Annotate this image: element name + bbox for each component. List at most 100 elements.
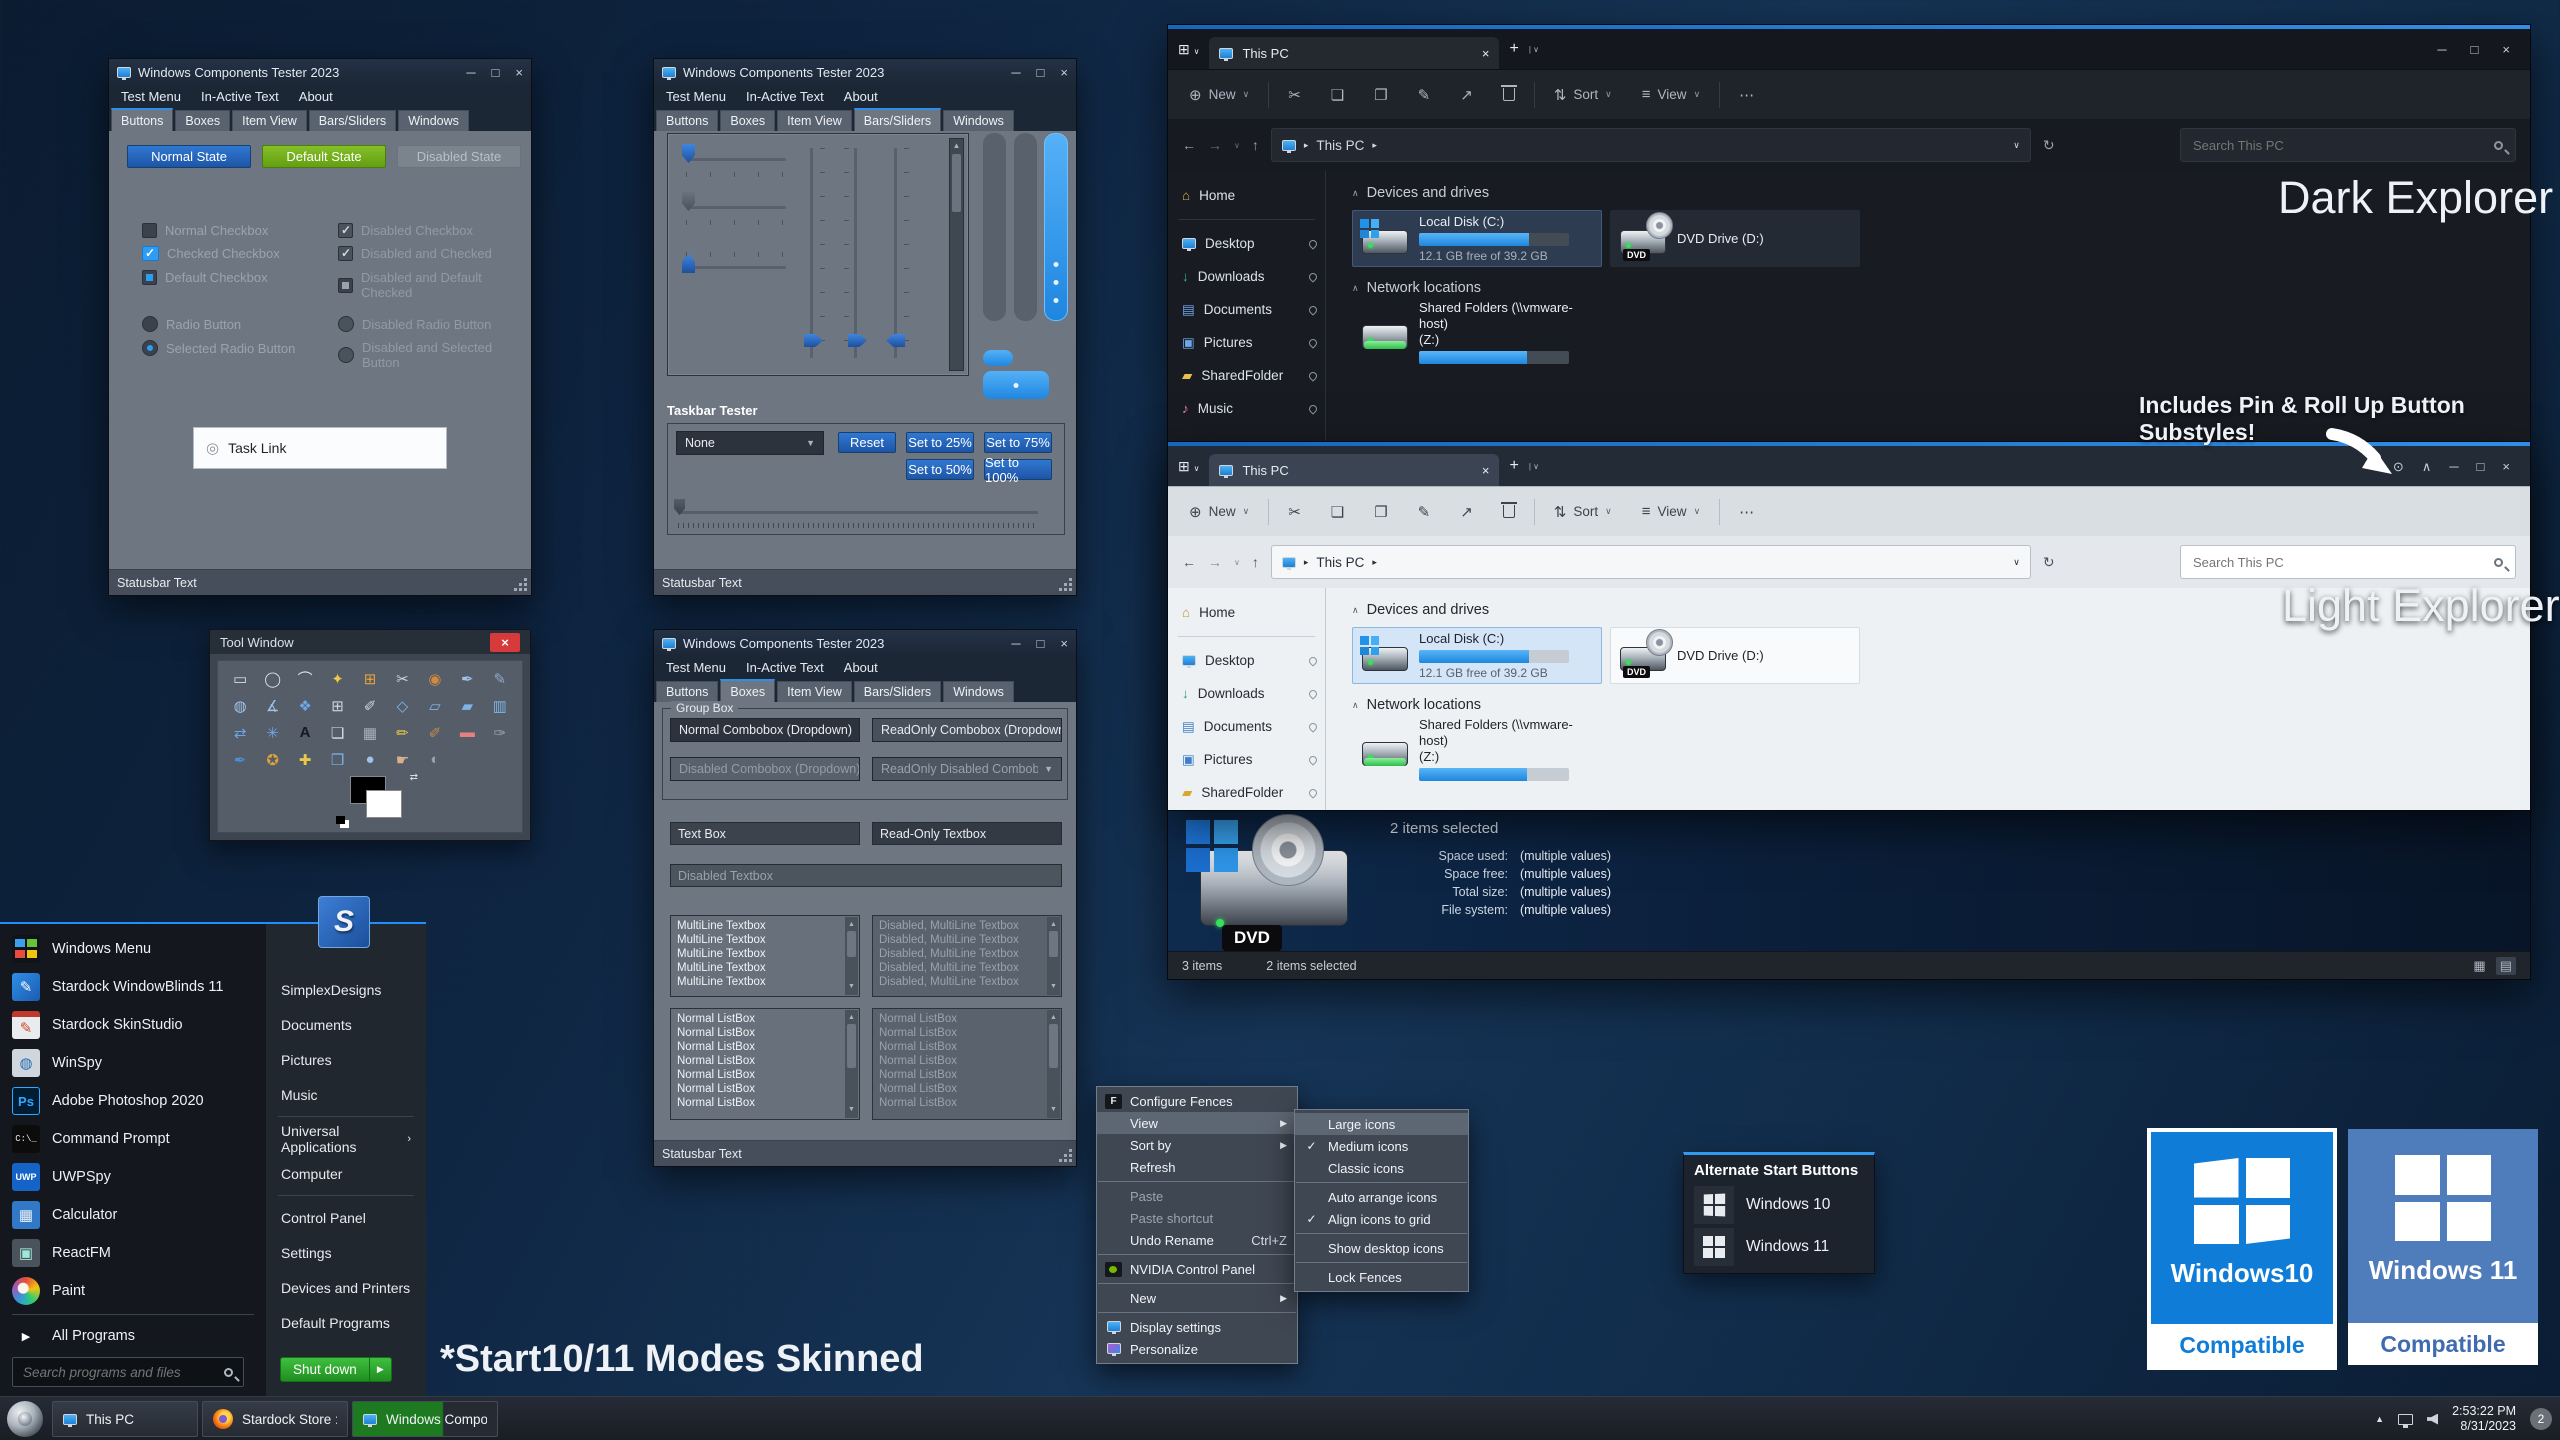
normal-listbox[interactable]: Normal ListBoxNormal ListBoxNormal ListB…	[670, 1008, 860, 1120]
scale-tool-icon[interactable]: ▱	[419, 692, 451, 719]
normal-checkbox[interactable]: Normal Checkbox	[142, 223, 268, 238]
menu-test-menu[interactable]: Test Menu	[666, 660, 726, 675]
search-input[interactable]	[2193, 138, 2494, 153]
eraser-tool-icon[interactable]: ▬	[451, 719, 483, 746]
titlebar[interactable]: Windows Components Tester 2023 ─□×	[109, 59, 531, 85]
start-search-box[interactable]	[12, 1357, 244, 1387]
shutdown-button[interactable]: Shut down	[280, 1357, 370, 1382]
menu-item-display-settings[interactable]: Display settings	[1097, 1316, 1297, 1338]
all-programs[interactable]: ▶ All Programs	[0, 1319, 266, 1353]
start-item-reactfm[interactable]: ▣ ReactFM	[0, 1234, 266, 1272]
set-50-button[interactable]: Set to 50%	[906, 459, 974, 480]
submenu-item-show-desktop-icons[interactable]: Show desktop icons	[1295, 1237, 1468, 1259]
forward-icon[interactable]: →	[1208, 554, 1222, 570]
menu-about[interactable]: About	[299, 89, 333, 104]
new-tab-button[interactable]: +	[1509, 40, 1518, 58]
menu-item-nvidia-control-panel[interactable]: NVIDIA Control Panel	[1097, 1258, 1297, 1280]
tool-window-titlebar[interactable]: Tool Window ×	[210, 630, 530, 654]
tab-layout-icon[interactable]: ⊞ ∨	[1178, 458, 1199, 475]
sidebar-item-home[interactable]: ⌂Home	[1168, 179, 1325, 212]
menu-item-new[interactable]: New▶	[1097, 1287, 1297, 1309]
rect-select-tool-icon[interactable]: ▭	[224, 665, 256, 692]
foreground-select-tool-icon[interactable]: ◉	[419, 665, 451, 692]
copy-icon[interactable]: ❏	[1316, 86, 1359, 104]
taskbar-tester-dropdown[interactable]: None▼	[676, 431, 824, 455]
paste-icon[interactable]: ❐	[1359, 503, 1402, 521]
tab-list-icon[interactable]: | ∨	[1529, 45, 1539, 54]
minimize-button[interactable]: ─	[466, 66, 475, 79]
perspective-tool-icon[interactable]: ▥	[484, 692, 516, 719]
sidebar-item-downloads[interactable]: ↓Downloads	[1168, 677, 1325, 710]
scrollbar[interactable]	[845, 917, 858, 995]
history-icon[interactable]: ∨	[1234, 558, 1240, 567]
sort-button[interactable]: ⇅Sort∨	[1539, 503, 1627, 521]
sidebar-item-desktop[interactable]: Desktop	[1168, 644, 1325, 677]
start-item-simplexdesigns[interactable]: SimplexDesigns	[266, 972, 426, 1007]
tab-bars-sliders[interactable]: Bars/Sliders	[854, 108, 941, 131]
readonly-combobox[interactable]: ReadOnly Combobox (Dropdown)▼	[872, 718, 1062, 742]
start-item-pictures[interactable]: Pictures	[266, 1042, 426, 1077]
minimize-button[interactable]: ─	[2449, 460, 2458, 473]
cut-icon[interactable]: ✂	[1273, 86, 1316, 104]
section-network-locations[interactable]: ∧Network locations	[1352, 280, 2530, 296]
menu-about[interactable]: About	[844, 660, 878, 675]
heal-tool-icon[interactable]: ✚	[289, 746, 321, 773]
start-item-documents[interactable]: Documents	[266, 1007, 426, 1042]
tab-item-view[interactable]: Item View	[777, 110, 852, 131]
tab-item-view[interactable]: Item View	[232, 110, 307, 131]
new-button[interactable]: ⊕New∨	[1174, 503, 1264, 521]
refresh-icon[interactable]: ↻	[2043, 554, 2055, 571]
taskbar-button-this-pc[interactable]: This PC	[52, 1401, 198, 1437]
blur-tool-icon[interactable]: ●	[354, 746, 386, 773]
breadcrumb[interactable]: ▸ This PC ▸ ∨	[1271, 545, 2031, 579]
start-item-skinstudio[interactable]: ✎ Stardock SkinStudio	[0, 1006, 266, 1044]
sidebar-item-home[interactable]: ⌂Home	[1168, 596, 1325, 629]
menu-inactive-text[interactable]: In-Active Text	[746, 660, 824, 675]
v-slider-thumb[interactable]	[848, 334, 867, 347]
task-link[interactable]: ◎ Task Link	[193, 427, 447, 469]
menu-test-menu[interactable]: Test Menu	[121, 89, 181, 104]
submenu-item-lock-fences[interactable]: Lock Fences	[1295, 1266, 1468, 1288]
set-75-button[interactable]: Set to 75%	[984, 432, 1052, 453]
menu-item-view[interactable]: View▶	[1097, 1112, 1297, 1134]
tab-windows[interactable]: Windows	[398, 110, 469, 131]
set-25-button[interactable]: Set to 25%	[906, 432, 974, 453]
rename-icon[interactable]: ✎	[1403, 503, 1446, 521]
tab-windows[interactable]: Windows	[943, 110, 1014, 131]
tab-close-icon[interactable]: ×	[1482, 463, 1490, 478]
delete-icon[interactable]	[1488, 88, 1530, 101]
v-slider-thumb[interactable]	[886, 334, 905, 347]
default-colors-icon[interactable]	[336, 816, 345, 824]
start-item-calculator[interactable]: ▦ Calculator	[0, 1196, 266, 1234]
submenu-item-align-to-grid[interactable]: ✓Align icons to grid	[1295, 1208, 1468, 1230]
radio-button[interactable]: Radio Button	[142, 316, 241, 332]
dodge-burn-tool-icon[interactable]: ◐	[419, 746, 451, 773]
start-button-orb[interactable]	[7, 1401, 43, 1437]
ellipse-select-tool-icon[interactable]: ◯	[256, 665, 288, 692]
menu-item-undo-rename[interactable]: Undo RenameCtrl+Z	[1097, 1229, 1297, 1251]
start-item-photoshop[interactable]: Ps Adobe Photoshop 2020	[0, 1082, 266, 1120]
drive-local-disk-c[interactable]: Local Disk (C:) 12.1 GB free of 39.2 GB	[1352, 210, 1602, 267]
tab-bars-sliders[interactable]: Bars/Sliders	[854, 681, 941, 702]
network-icon[interactable]	[2398, 1414, 2413, 1425]
search-input[interactable]	[2193, 555, 2494, 570]
shear-tool-icon[interactable]: ▰	[451, 692, 483, 719]
back-icon[interactable]: ←	[1182, 137, 1196, 153]
align-tool-icon[interactable]: ⊞	[321, 692, 353, 719]
close-button[interactable]: ×	[2502, 43, 2510, 56]
background-color-swatch[interactable]	[366, 790, 402, 818]
tab-boxes[interactable]: Boxes	[720, 679, 775, 702]
ink-tool-icon[interactable]: ✒	[224, 746, 256, 773]
swap-colors-icon[interactable]: ⇄	[410, 772, 418, 783]
maximize-button[interactable]: □	[2471, 43, 2479, 56]
sidebar-item-pictures[interactable]: ▣Pictures	[1168, 326, 1325, 359]
search-box[interactable]	[2180, 545, 2516, 579]
start-item-computer[interactable]: Computer	[266, 1156, 426, 1191]
start-item-devices-printers[interactable]: Devices and Printers	[266, 1270, 426, 1305]
breadcrumb-root[interactable]: This PC	[1316, 138, 1364, 153]
explorer-tab[interactable]: This PC ×	[1209, 37, 1499, 69]
up-icon[interactable]: ↑	[1252, 137, 1259, 153]
refresh-icon[interactable]: ↻	[2043, 137, 2055, 154]
maximize-button[interactable]: □	[2477, 460, 2485, 473]
tab-boxes[interactable]: Boxes	[175, 110, 230, 131]
